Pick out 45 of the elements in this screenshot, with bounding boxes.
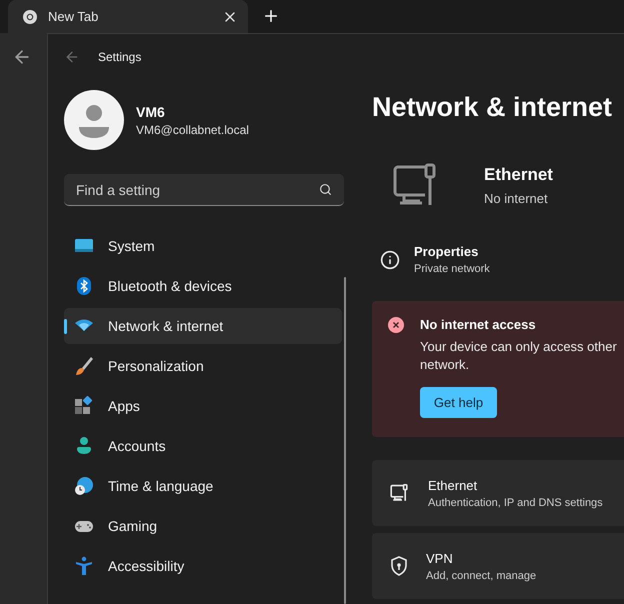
nav-item[interactable]: Time & language (64, 468, 342, 504)
nav-item[interactable]: Bluetooth & devices (64, 268, 342, 304)
card-subtitle: Add, connect, manage (426, 570, 536, 582)
avatar-icon (64, 90, 124, 150)
back-icon[interactable] (64, 49, 80, 65)
alert-title: No internet access (420, 317, 537, 332)
user-email: VM6@collabnet.local (136, 122, 249, 136)
card-subtitle: Authentication, IP and DNS settings (428, 496, 603, 508)
search-icon (319, 183, 332, 196)
nav-item[interactable]: Accounts (64, 428, 342, 464)
get-help-button[interactable]: Get help (420, 387, 497, 418)
page-title: Network & internet (372, 92, 614, 123)
nav-item[interactable]: Network & internet (64, 308, 342, 344)
properties-title[interactable]: Properties (414, 244, 490, 259)
connection-status: No internet (484, 191, 549, 206)
connection-name: Ethernet (484, 165, 553, 185)
shield-icon (390, 556, 408, 576)
network-profile: Private network (414, 263, 490, 275)
nav-item[interactable]: Gaming (64, 508, 342, 544)
search-field[interactable]: Find a setting (64, 174, 344, 206)
paintbrush-icon (74, 356, 94, 376)
card-title: VPN (426, 550, 454, 566)
settings-card[interactable]: Ethernet Authentication, IP and DNS settings (372, 460, 624, 526)
nav-item[interactable]: System (64, 228, 342, 264)
tab-title: New Tab (48, 9, 100, 24)
accessibility-icon (74, 556, 94, 576)
apps-icon (74, 396, 94, 416)
error-icon (388, 317, 404, 333)
alert-message: Your device can only access other (420, 338, 617, 356)
card-title: Ethernet (428, 478, 478, 492)
info-icon (380, 250, 400, 270)
globe-clock-icon (74, 476, 94, 496)
nav-item[interactable]: Accessibility (64, 548, 342, 584)
person-icon (74, 436, 94, 456)
nav-item[interactable]: Personalization (64, 348, 342, 384)
settings-card[interactable]: VPN Add, connect, manage (372, 533, 624, 599)
plus-icon[interactable] (262, 7, 280, 25)
browser-tab[interactable]: New Tab (8, 0, 248, 33)
nav-item[interactable]: Apps (64, 388, 342, 424)
bluetooth-icon (74, 276, 94, 296)
ethernet-icon (390, 484, 410, 502)
alert-message: network. (420, 356, 470, 374)
browser-logo-icon (22, 8, 38, 24)
user-name: VM6 (136, 104, 166, 120)
window-title: Settings (98, 50, 142, 64)
